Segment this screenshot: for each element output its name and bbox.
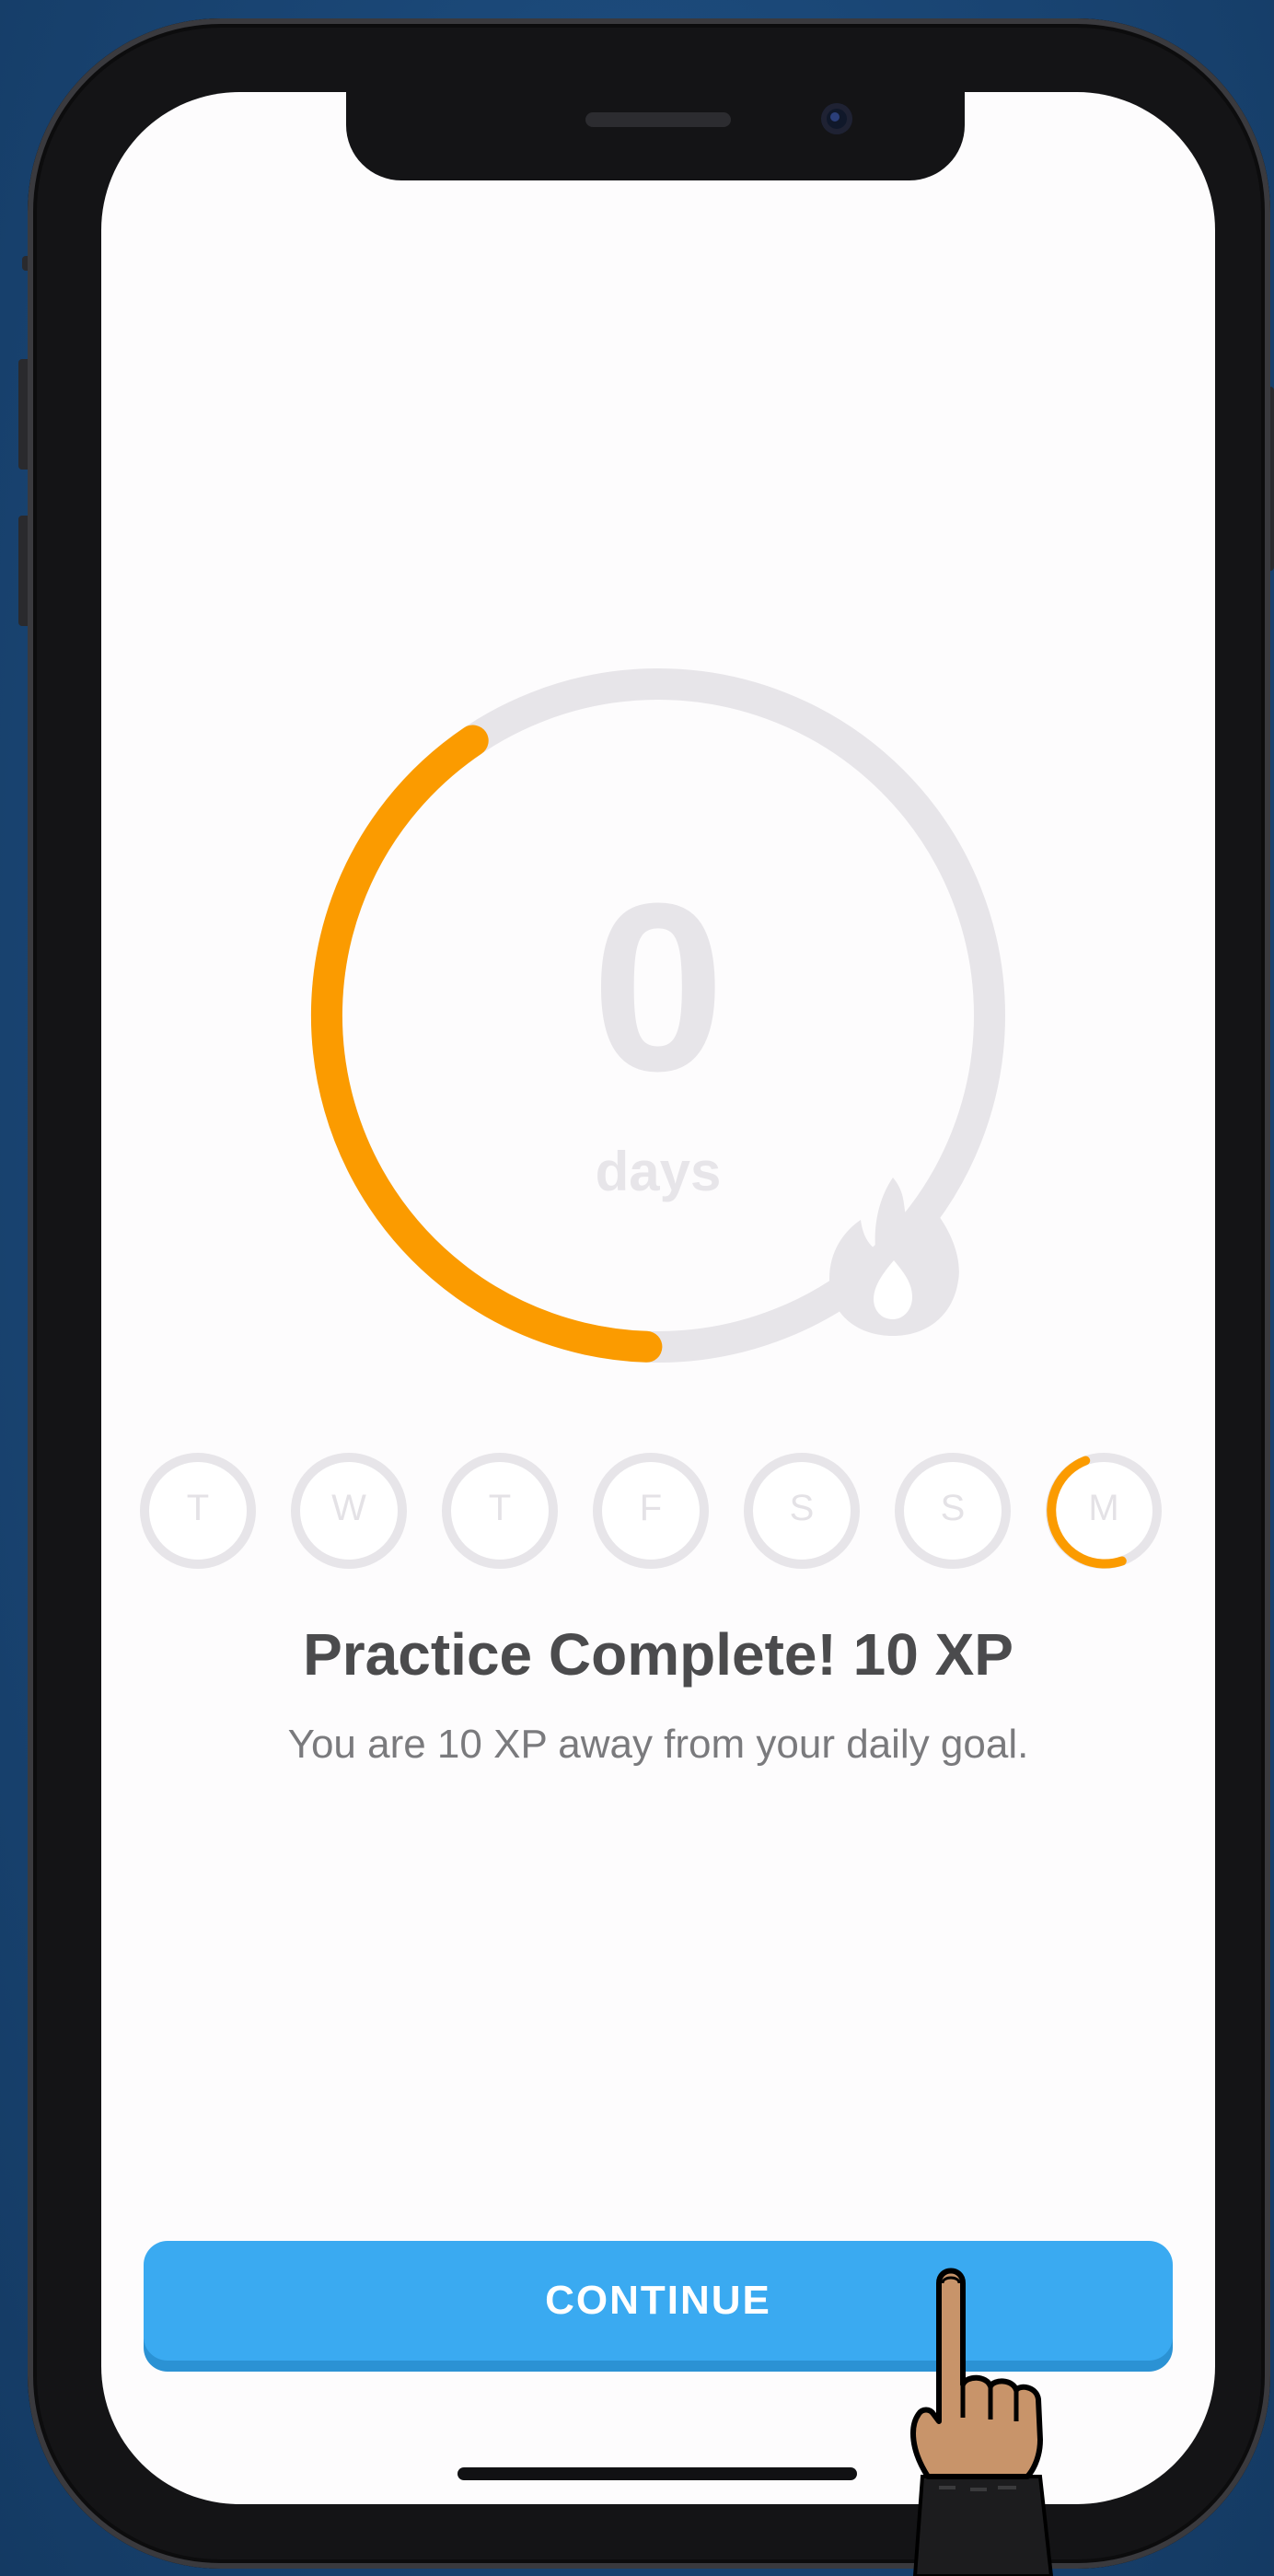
app-stage: 0 days T W T F S S M Practice Complete! … bbox=[0, 0, 1274, 2576]
week-streak-calendar: T W T F S S M bbox=[138, 1451, 1178, 1571]
front-camera bbox=[821, 103, 852, 134]
day-circle-saturday: S bbox=[742, 1451, 862, 1571]
streak-ring: 0 days bbox=[304, 661, 1013, 1370]
day-label: T bbox=[186, 1488, 210, 1528]
day-label: M bbox=[1088, 1488, 1119, 1528]
day-circle-sunday: S bbox=[893, 1451, 1013, 1571]
home-indicator[interactable] bbox=[457, 2467, 857, 2480]
daily-goal-message: You are 10 XP away from your daily goal. bbox=[287, 1722, 1029, 1767]
day-label: T bbox=[488, 1488, 512, 1528]
day-circle-tuesday: T bbox=[138, 1451, 258, 1571]
notch bbox=[346, 92, 965, 180]
day-label: S bbox=[789, 1488, 815, 1528]
earpiece-speaker bbox=[585, 112, 731, 127]
streak-count: 0 bbox=[591, 854, 725, 1121]
flame-icon bbox=[824, 1172, 962, 1338]
day-label: W bbox=[331, 1488, 366, 1528]
day-circle-wednesday: W bbox=[289, 1451, 409, 1571]
day-circle-thursday: T bbox=[440, 1451, 560, 1571]
day-circle-friday: F bbox=[591, 1451, 711, 1571]
day-label: F bbox=[639, 1488, 663, 1528]
practice-complete-title: Practice Complete! 10 XP bbox=[303, 1621, 1013, 1688]
pointing-hand-icon bbox=[902, 2246, 1068, 2576]
day-label: S bbox=[940, 1488, 966, 1528]
day-circle-monday-today: M bbox=[1044, 1451, 1164, 1571]
